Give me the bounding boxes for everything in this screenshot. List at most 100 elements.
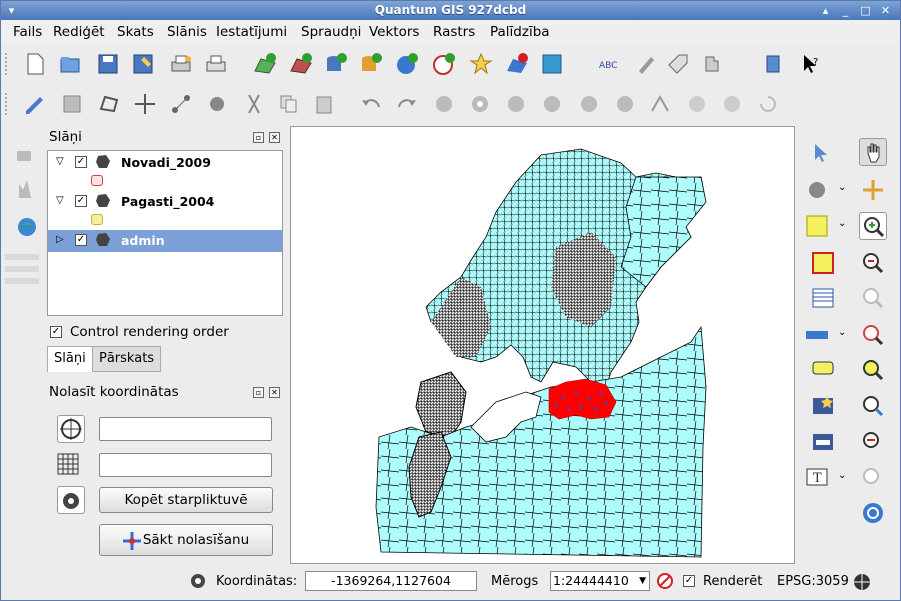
add-feature-icon[interactable] bbox=[96, 91, 122, 117]
select-by-rectangle-icon[interactable] bbox=[803, 212, 831, 240]
help-book-icon[interactable] bbox=[761, 51, 787, 77]
zoom-in-icon[interactable] bbox=[859, 212, 887, 240]
remove-layer-icon[interactable] bbox=[504, 51, 530, 77]
scale-combobox[interactable]: 1:24444410 ▼ bbox=[550, 571, 650, 591]
menu-spraudni[interactable]: Spraudņi bbox=[301, 24, 361, 40]
dropdown-arrow-icon[interactable]: ⌄ bbox=[838, 327, 846, 338]
print-composer-icon[interactable] bbox=[168, 51, 194, 77]
delete-part-icon[interactable] bbox=[576, 91, 602, 117]
rotate-symbols-icon[interactable] bbox=[755, 91, 781, 117]
deselect-icon[interactable] bbox=[809, 249, 837, 277]
move-feature-icon[interactable] bbox=[132, 91, 158, 117]
merge-features-icon[interactable] bbox=[684, 91, 710, 117]
whats-this-icon[interactable]: ? bbox=[798, 51, 824, 77]
coordinate-input-2[interactable] bbox=[99, 453, 272, 477]
annotation-icon[interactable] bbox=[809, 356, 837, 384]
merge-attributes-icon[interactable] bbox=[719, 91, 745, 117]
open-project-icon[interactable] bbox=[57, 51, 83, 77]
menu-rastrs[interactable]: Rastrs bbox=[433, 24, 475, 40]
simplify-feature-icon[interactable] bbox=[431, 91, 457, 117]
delete-ring-icon[interactable] bbox=[539, 91, 565, 117]
map-canvas[interactable] bbox=[290, 126, 795, 564]
new-spatialite-icon[interactable] bbox=[539, 51, 565, 77]
layer-row-admin[interactable]: ▷ ✓ admin bbox=[48, 230, 282, 252]
epsg-label[interactable]: EPSG:3059 bbox=[777, 574, 849, 589]
menu-vektors[interactable]: Vektors bbox=[369, 24, 419, 40]
dropdown-arrow-icon[interactable]: ⌄ bbox=[838, 470, 846, 481]
render-checkbox[interactable]: ✓ bbox=[683, 575, 695, 587]
node-tool-icon[interactable] bbox=[168, 91, 194, 117]
close-panel-icon[interactable]: ✕ bbox=[269, 387, 280, 398]
layer-row-novadi[interactable]: ▽ ✓ Novadi_2009 bbox=[48, 152, 282, 174]
undo-icon[interactable] bbox=[358, 91, 384, 117]
tab-parskats[interactable]: Pārskats bbox=[92, 346, 162, 372]
pan-to-selection-icon[interactable] bbox=[859, 176, 887, 204]
new-vector-layer-icon[interactable] bbox=[468, 51, 494, 77]
labeling-icon[interactable]: ABC bbox=[597, 51, 623, 77]
attribute-table-icon[interactable] bbox=[809, 284, 837, 312]
add-raster-layer-icon[interactable] bbox=[288, 51, 314, 77]
histogram-icon[interactable] bbox=[13, 176, 41, 204]
control-rendering-order-checkbox[interactable]: ✓ bbox=[50, 326, 62, 338]
start-capture-button[interactable]: Sākt nolasīšanu bbox=[99, 524, 273, 556]
split-features-icon[interactable] bbox=[647, 91, 673, 117]
save-edits-icon[interactable] bbox=[59, 91, 85, 117]
layer-row-pagasti[interactable]: ▽ ✓ Pagasti_2004 bbox=[48, 191, 282, 213]
identify-icon[interactable] bbox=[809, 140, 837, 168]
dropdown-arrow-icon[interactable]: ⌄ bbox=[838, 182, 846, 193]
zoom-last-icon[interactable] bbox=[859, 392, 887, 420]
zoom-to-layer-icon[interactable] bbox=[859, 356, 887, 384]
close-panel-icon[interactable]: ✕ bbox=[269, 132, 280, 143]
zoom-full-icon[interactable] bbox=[859, 321, 887, 349]
text-annotation-icon[interactable]: T bbox=[803, 464, 831, 492]
menu-slanis[interactable]: Slānis bbox=[167, 24, 207, 40]
globe-icon[interactable] bbox=[13, 213, 41, 241]
menu-palidziba[interactable]: Palīdzība bbox=[490, 24, 550, 40]
crs-selector-button[interactable] bbox=[57, 415, 85, 443]
menu-skats[interactable]: Skats bbox=[117, 24, 154, 40]
collapse-arrow-icon[interactable]: ▽ bbox=[56, 156, 64, 167]
print-icon[interactable] bbox=[203, 51, 229, 77]
zoom-out-icon[interactable] bbox=[859, 249, 887, 277]
reshape-icon[interactable] bbox=[612, 91, 638, 117]
coordinates-field[interactable]: -1369264,1127604 bbox=[305, 571, 477, 591]
menu-iestatijumi[interactable]: Iestatījumi bbox=[216, 24, 287, 40]
copy-to-clipboard-button[interactable]: Kopēt starpliktuvē bbox=[99, 487, 273, 513]
add-postgis-layer-icon[interactable] bbox=[323, 51, 349, 77]
save-as-icon[interactable] bbox=[130, 51, 156, 77]
add-spatialite-layer-icon[interactable] bbox=[358, 51, 384, 77]
tracking-button[interactable] bbox=[57, 486, 85, 514]
pan-icon[interactable] bbox=[859, 138, 887, 166]
close-icon[interactable]: ✕ bbox=[878, 3, 893, 18]
spatial-bookmark-icon[interactable] bbox=[809, 392, 837, 420]
tab-slani[interactable]: Slāņi bbox=[47, 346, 93, 372]
layer-visibility-checkbox[interactable]: ✓ bbox=[75, 234, 87, 246]
layer-visibility-checkbox[interactable]: ✓ bbox=[75, 156, 87, 168]
redo-icon[interactable] bbox=[394, 91, 420, 117]
expand-arrow-icon[interactable]: ▷ bbox=[56, 234, 64, 245]
menu-fails[interactable]: Fails bbox=[13, 24, 42, 40]
collapse-arrow-icon[interactable]: ▽ bbox=[56, 195, 64, 206]
delete-selected-icon[interactable] bbox=[204, 91, 230, 117]
coordinate-input-1[interactable] bbox=[99, 417, 272, 441]
paste-icon[interactable] bbox=[311, 91, 337, 117]
add-vector-layer-icon[interactable] bbox=[252, 51, 278, 77]
minimize-icon[interactable]: _ bbox=[838, 3, 853, 18]
select-features-icon[interactable] bbox=[803, 176, 831, 204]
tag-icon[interactable] bbox=[665, 51, 691, 77]
menu-rediget[interactable]: Rediģēt bbox=[53, 24, 105, 40]
style-icon[interactable] bbox=[633, 51, 659, 77]
georeferencer-icon[interactable] bbox=[13, 141, 41, 169]
shade-icon[interactable]: ▴ bbox=[818, 3, 833, 18]
plugin-icon[interactable] bbox=[700, 51, 726, 77]
refresh-icon[interactable] bbox=[859, 499, 887, 527]
map-tips-icon[interactable] bbox=[859, 464, 887, 492]
toggle-editing-icon[interactable] bbox=[22, 91, 48, 117]
add-wfs-layer-icon[interactable] bbox=[431, 51, 457, 77]
stop-render-icon[interactable] bbox=[656, 572, 674, 590]
coordinate-toggle-icon[interactable] bbox=[189, 572, 207, 590]
save-icon[interactable] bbox=[95, 51, 121, 77]
chevron-down-icon[interactable]: ▼ bbox=[639, 572, 646, 590]
add-wms-layer-icon[interactable] bbox=[394, 51, 420, 77]
cut-icon[interactable] bbox=[241, 91, 267, 117]
